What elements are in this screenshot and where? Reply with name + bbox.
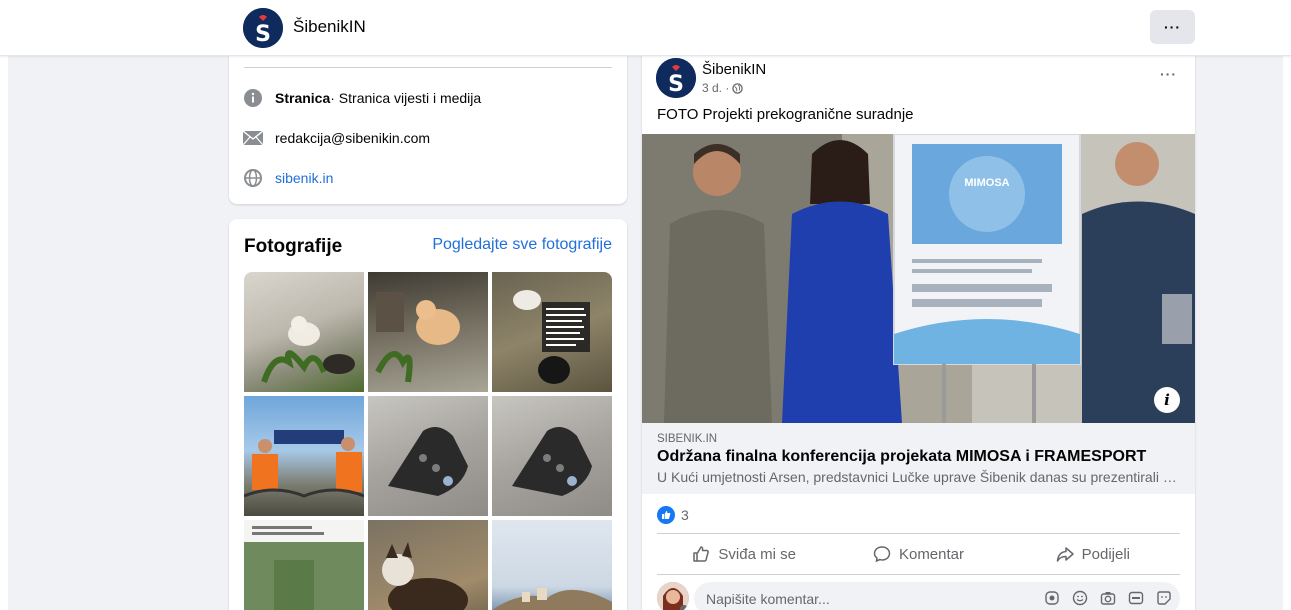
photo-thumbnail[interactable] (244, 272, 364, 392)
page-name[interactable]: ŠibenikIN (293, 17, 366, 37)
post-card: S ŠibenikIN 3 d. · ··· FOTO Projekti pre… (642, 40, 1195, 610)
email-icon (243, 128, 263, 148)
more-icon: ··· (1160, 66, 1177, 82)
post-image[interactable]: MIMOSA i (642, 134, 1195, 423)
post-timestamp[interactable]: 3 d. · (702, 81, 744, 95)
user-avatar-icon (657, 582, 689, 610)
more-options-button[interactable]: ··· (1150, 10, 1195, 44)
comment-tools (1044, 590, 1172, 606)
like-count: 3 (681, 507, 689, 523)
share-icon (1056, 547, 1074, 562)
photo-thumbnail[interactable] (368, 272, 488, 392)
poster-title: MIMOSA (964, 177, 1009, 189)
post-photo-people: MIMOSA (642, 134, 1195, 423)
post-actions: Sviđa mi se Komentar Podijeli (657, 537, 1180, 571)
category-label: Stranica (275, 90, 331, 106)
divider (244, 67, 612, 68)
right-edge (1283, 56, 1291, 610)
category-row: Stranica · Stranica vijesti i medija (243, 88, 481, 108)
info-icon: i (1164, 391, 1170, 409)
comment-placeholder: Napišite komentar... (706, 590, 830, 607)
photo-kitten (375, 292, 460, 383)
left-edge (0, 56, 8, 610)
post-author-avatar[interactable]: S (656, 58, 696, 98)
like-reaction-icon (657, 506, 675, 524)
email-text[interactable]: redakcija@sibenikin.com (275, 130, 430, 146)
info-icon (243, 88, 263, 108)
link-description: U Kući umjetnosti Arsen, predstavnici Lu… (657, 469, 1177, 485)
svg-text:S: S (668, 72, 684, 97)
image-info-button[interactable]: i (1154, 387, 1180, 413)
more-icon: ··· (1164, 19, 1181, 35)
photo-thumbnail[interactable] (244, 396, 364, 516)
photo-car-key (388, 427, 468, 496)
photo-town-sea (492, 588, 612, 610)
website-link[interactable]: sibenik.in (275, 170, 333, 186)
photo-grid (244, 272, 612, 610)
thumbs-up-icon (693, 546, 710, 562)
photo-thumbnail[interactable] (492, 396, 612, 516)
photo-thumbnail[interactable] (492, 520, 612, 610)
emoji-icon[interactable] (1072, 590, 1088, 606)
website-row: sibenik.in (243, 168, 333, 188)
link-title: Održana finalna konferencija projekata M… (657, 448, 1147, 465)
comment-icon (873, 546, 891, 563)
photos-title: Fotografije (244, 236, 343, 257)
photo-dogs-notice (513, 290, 590, 384)
comment-button[interactable]: Komentar (831, 537, 1005, 571)
photo-thumbnail[interactable] (368, 520, 488, 610)
gif-icon[interactable] (1128, 590, 1144, 606)
comment-label: Komentar (898, 545, 965, 563)
photo-fans-bridge (244, 430, 364, 498)
intro-card: Stranica · Stranica vijesti i medija red… (229, 40, 627, 204)
email-row: redakcija@sibenikin.com (243, 128, 430, 148)
share-label: Podijeli (1081, 545, 1130, 563)
link-preview[interactable]: SIBENIK.IN Održana finalna konferencija … (642, 423, 1195, 494)
page-logo[interactable]: S (243, 8, 283, 48)
like-label: Sviđa mi se (718, 545, 796, 563)
globe-icon (243, 168, 263, 188)
post-options-button[interactable]: ··· (1160, 66, 1177, 82)
post-time-text: 3 d. · (702, 81, 730, 95)
photo-car-key-2 (512, 427, 592, 496)
sibenikin-logo-icon: S (243, 8, 283, 48)
camera-icon[interactable] (1100, 590, 1116, 606)
like-button[interactable]: Sviđa mi se (657, 537, 831, 571)
reaction-summary[interactable]: 3 (657, 506, 689, 524)
comment-input[interactable]: Napišite komentar... (694, 582, 1180, 610)
photos-card: Fotografije Pogledajte sve fotografije (229, 219, 627, 610)
photo-thumbnail[interactable] (368, 396, 488, 516)
see-all-photos-link[interactable]: Pogledajte sve fotografije (432, 236, 612, 254)
photo-thumbnail[interactable] (244, 520, 364, 610)
photo-thumbnail[interactable] (492, 272, 612, 392)
avatar-sticker-icon[interactable] (1044, 590, 1060, 606)
link-domain: SIBENIK.IN (657, 433, 718, 445)
share-button[interactable]: Podijeli (1006, 537, 1180, 571)
photo-reward-notice (244, 526, 364, 610)
commenter-avatar[interactable] (657, 582, 689, 610)
category-text: · Stranica vijesti i medija (330, 90, 482, 106)
divider (657, 574, 1180, 575)
divider (657, 533, 1180, 534)
post-text: FOTO Projekti prekogranične suradnje (657, 106, 914, 123)
svg-text:S: S (255, 22, 271, 47)
photo-husky (382, 542, 468, 610)
photo-cat-plant (261, 316, 355, 383)
post-author-name[interactable]: ŠibenikIN (702, 61, 766, 78)
sibenikin-logo-icon: S (656, 58, 696, 98)
sticker-icon[interactable] (1156, 590, 1172, 606)
globe-icon (732, 82, 744, 94)
page-header-bar: S ŠibenikIN ··· (0, 0, 1291, 56)
